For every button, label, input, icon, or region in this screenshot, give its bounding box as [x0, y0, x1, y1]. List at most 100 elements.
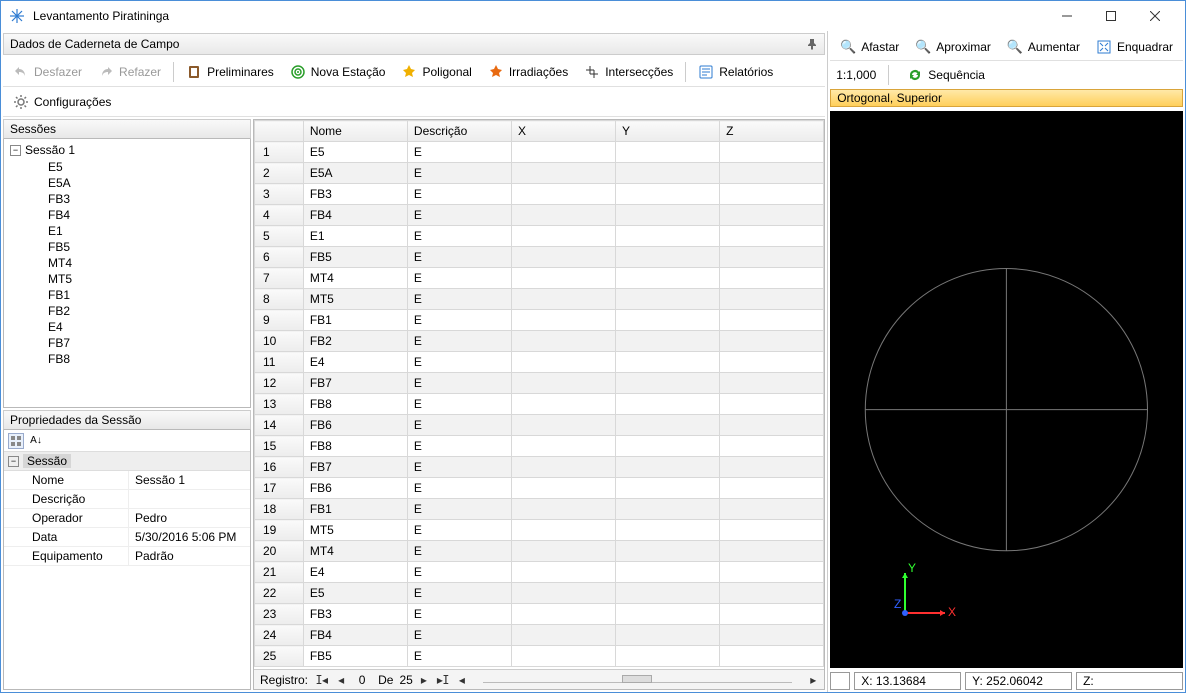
redo-button[interactable]: Refazer — [92, 62, 167, 82]
tree-item[interactable]: E1 — [4, 223, 250, 239]
tree-item[interactable]: FB8 — [4, 351, 250, 367]
maximize-button[interactable] — [1089, 1, 1133, 31]
panel-title: Dados de Caderneta de Campo — [10, 37, 179, 51]
property-row[interactable]: NomeSessão 1 — [4, 471, 250, 490]
table-row[interactable]: 14FB6E — [255, 415, 824, 436]
table-row[interactable]: 2E5AE — [255, 163, 824, 184]
nav-first-button[interactable]: ⵊ◂ — [314, 673, 330, 687]
config-toolbar: Configurações — [3, 87, 825, 117]
table-row[interactable]: 22E5E — [255, 583, 824, 604]
clipboard-icon — [186, 64, 202, 80]
table-row[interactable]: 7MT4E — [255, 268, 824, 289]
tree-item[interactable]: FB5 — [4, 239, 250, 255]
gear-icon — [13, 94, 29, 110]
poligonal-button[interactable]: Poligonal — [395, 62, 477, 82]
table-row[interactable]: 25FB5E — [255, 646, 824, 667]
irradiacoes-button[interactable]: Irradiações — [482, 62, 574, 82]
table-row[interactable]: 19MT5E — [255, 520, 824, 541]
alphabetical-icon[interactable]: A↓ — [28, 433, 44, 449]
tree-item[interactable]: FB7 — [4, 335, 250, 351]
tree-item[interactable]: MT5 — [4, 271, 250, 287]
interseccoes-button[interactable]: Intersecções — [578, 62, 679, 82]
nav-last-button[interactable]: ▸ⵊ — [435, 673, 451, 687]
tree-item[interactable]: FB3 — [4, 191, 250, 207]
categorized-icon[interactable] — [8, 433, 24, 449]
tree-item[interactable]: E4 — [4, 319, 250, 335]
nova-estacao-button[interactable]: Nova Estação — [284, 62, 392, 82]
props-toolbar: A↓ — [4, 430, 250, 452]
property-row[interactable]: Descrição — [4, 490, 250, 509]
nav-right-button[interactable]: ▸ — [808, 673, 818, 687]
table-row[interactable]: 1E5E — [255, 142, 824, 163]
fit-icon — [1096, 39, 1112, 55]
collapse-icon[interactable]: − — [10, 145, 21, 156]
status-y: Y: 252.06042 — [965, 672, 1072, 690]
table-row[interactable]: 12FB7E — [255, 373, 824, 394]
panel-header: Dados de Caderneta de Campo — [3, 33, 825, 55]
table-row[interactable]: 3FB3E — [255, 184, 824, 205]
sessions-tree[interactable]: − Sessão 1 E5E5AFB3FB4E1FB5MT4MT5FB1FB2E… — [3, 139, 251, 408]
column-header[interactable]: Descrição — [407, 121, 511, 142]
table-row[interactable]: 21E4E — [255, 562, 824, 583]
column-header[interactable]: Z — [720, 121, 824, 142]
nav-left-button[interactable]: ◂ — [457, 673, 467, 687]
sessions-header: Sessões — [3, 119, 251, 139]
magnify-button[interactable]: 🔍Aumentar — [1001, 37, 1086, 57]
configuracoes-button[interactable]: Configurações — [7, 92, 117, 112]
tree-item[interactable]: FB2 — [4, 303, 250, 319]
table-row[interactable]: 16FB7E — [255, 457, 824, 478]
pin-icon[interactable] — [806, 38, 818, 50]
property-row[interactable]: Data5/30/2016 5:06 PM — [4, 528, 250, 547]
scale-label[interactable]: 1:1,000 — [836, 68, 876, 82]
column-header[interactable]: X — [511, 121, 615, 142]
column-header[interactable]: Y — [616, 121, 720, 142]
table-row[interactable]: 15FB8E — [255, 436, 824, 457]
table-row[interactable]: 4FB4E — [255, 205, 824, 226]
column-header[interactable] — [255, 121, 304, 142]
relatorios-button[interactable]: Relatórios — [692, 62, 779, 82]
nav-next-button[interactable]: ▸ — [419, 673, 429, 687]
undo-button[interactable]: Desfazer — [7, 62, 88, 82]
tree-item[interactable]: FB4 — [4, 207, 250, 223]
table-row[interactable]: 23FB3E — [255, 604, 824, 625]
property-row[interactable]: OperadorPedro — [4, 509, 250, 528]
zoom-in-button[interactable]: 🔍Aproximar — [909, 37, 997, 57]
fit-button[interactable]: Enquadrar — [1090, 37, 1179, 57]
table-row[interactable]: 20MT4E — [255, 541, 824, 562]
titlebar: Levantamento Piratininga — [1, 1, 1185, 31]
sequencia-button[interactable]: Sequência — [901, 65, 991, 85]
data-grid[interactable]: NomeDescriçãoXYZ 1E5E2E5AE3FB3E4FB4E5E1E… — [254, 120, 824, 667]
tree-item[interactable]: E5A — [4, 175, 250, 191]
intersect-icon — [584, 64, 600, 80]
table-row[interactable]: 24FB4E — [255, 625, 824, 646]
status-x: X: 13.13684 — [854, 672, 961, 690]
table-row[interactable]: 10FB2E — [255, 331, 824, 352]
magnify-icon: 🔍 — [1007, 39, 1023, 55]
table-row[interactable]: 13FB8E — [255, 394, 824, 415]
table-row[interactable]: 17FB6E — [255, 478, 824, 499]
nav-scrollbar[interactable] — [483, 677, 792, 683]
tree-item[interactable]: MT4 — [4, 255, 250, 271]
close-button[interactable] — [1133, 1, 1177, 31]
column-header[interactable]: Nome — [303, 121, 407, 142]
table-row[interactable]: 8MT5E — [255, 289, 824, 310]
collapse-icon[interactable]: − — [8, 456, 19, 467]
table-row[interactable]: 11E4E — [255, 352, 824, 373]
prop-category[interactable]: − Sessão — [4, 452, 250, 471]
star-orange-icon — [488, 64, 504, 80]
tree-root[interactable]: − Sessão 1 — [4, 141, 250, 159]
tree-item[interactable]: E5 — [4, 159, 250, 175]
table-row[interactable]: 18FB1E — [255, 499, 824, 520]
zoom-out-button[interactable]: 🔍Afastar — [834, 37, 905, 57]
property-row[interactable]: EquipamentoPadrão — [4, 547, 250, 566]
minimize-button[interactable] — [1045, 1, 1089, 31]
nav-prev-button[interactable]: ◂ — [336, 673, 346, 687]
tree-item[interactable]: FB1 — [4, 287, 250, 303]
status-z: Z: — [1076, 672, 1183, 690]
table-row[interactable]: 5E1E — [255, 226, 824, 247]
table-row[interactable]: 9FB1E — [255, 310, 824, 331]
table-row[interactable]: 6FB5E — [255, 247, 824, 268]
svg-text:Y: Y — [908, 561, 916, 575]
viewport-3d[interactable]: X Y Z — [830, 111, 1183, 668]
preliminares-button[interactable]: Preliminares — [180, 62, 280, 82]
